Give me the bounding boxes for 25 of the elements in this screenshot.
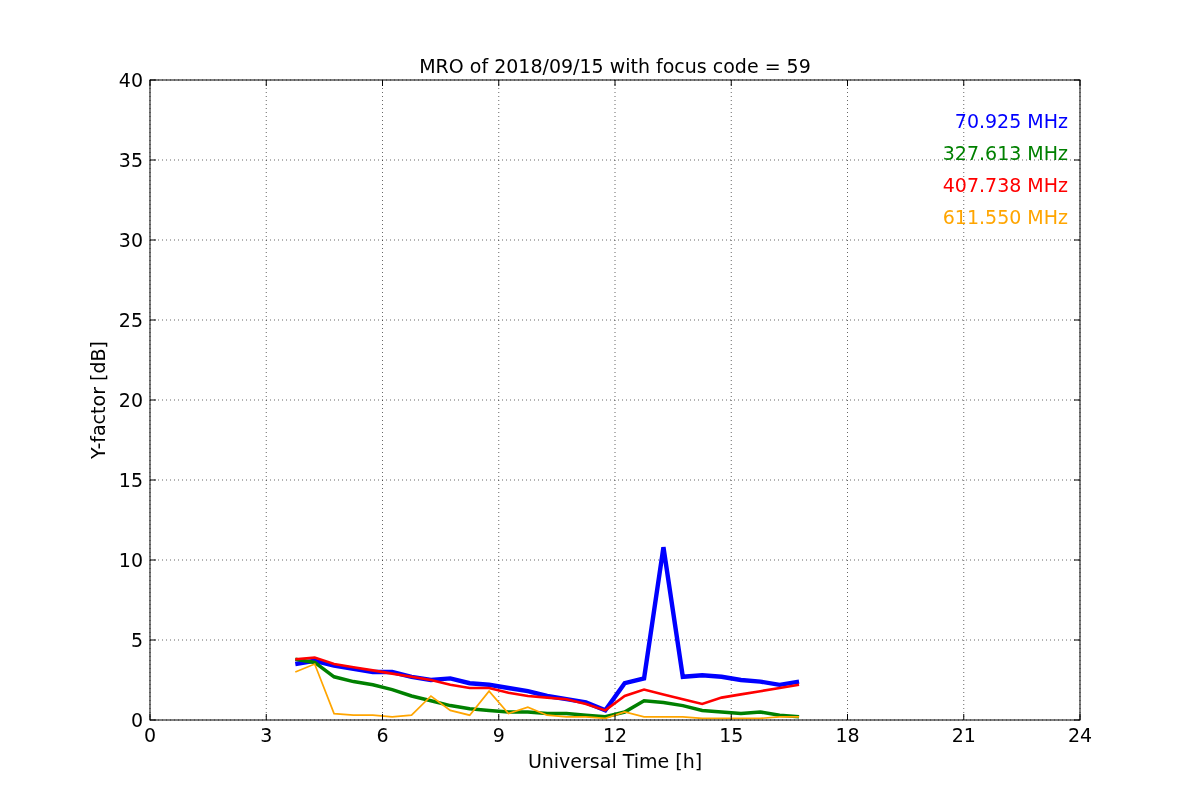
- legend-label: 70.925 MHz: [954, 110, 1068, 132]
- x-tick-label: 18: [835, 724, 860, 746]
- legend-label: 327.613 MHz: [942, 142, 1068, 164]
- y-tick-label: 15: [118, 469, 143, 491]
- y-axis-label: Y-factor [dB]: [87, 341, 109, 459]
- x-tick-label: 6: [376, 724, 389, 746]
- y-tick-label: 5: [130, 629, 143, 651]
- y-tick-label: 40: [118, 69, 143, 91]
- y-tick-label: 10: [118, 549, 143, 571]
- x-tick-label: 21: [951, 724, 976, 746]
- x-tick-label: 24: [1067, 724, 1093, 746]
- y-tick-label: 30: [118, 229, 143, 251]
- y-tick-label: 35: [118, 149, 143, 171]
- x-tick-label: 15: [719, 724, 744, 746]
- legend-label: 611.550 MHz: [942, 206, 1068, 228]
- x-tick-label: 9: [492, 724, 505, 746]
- x-axis-label: Universal Time [h]: [527, 750, 703, 772]
- y-tick-label: 0: [130, 709, 143, 731]
- x-tick-label: 12: [602, 724, 628, 746]
- legend-label: 407.738 MHz: [942, 174, 1068, 196]
- y-tick-label: 20: [118, 389, 143, 411]
- y-tick-label: 25: [118, 309, 143, 331]
- x-tick-label: 0: [143, 724, 157, 746]
- chart-title: MRO of 2018/09/15 with focus code = 59: [419, 55, 811, 77]
- x-tick-label: 3: [260, 724, 273, 746]
